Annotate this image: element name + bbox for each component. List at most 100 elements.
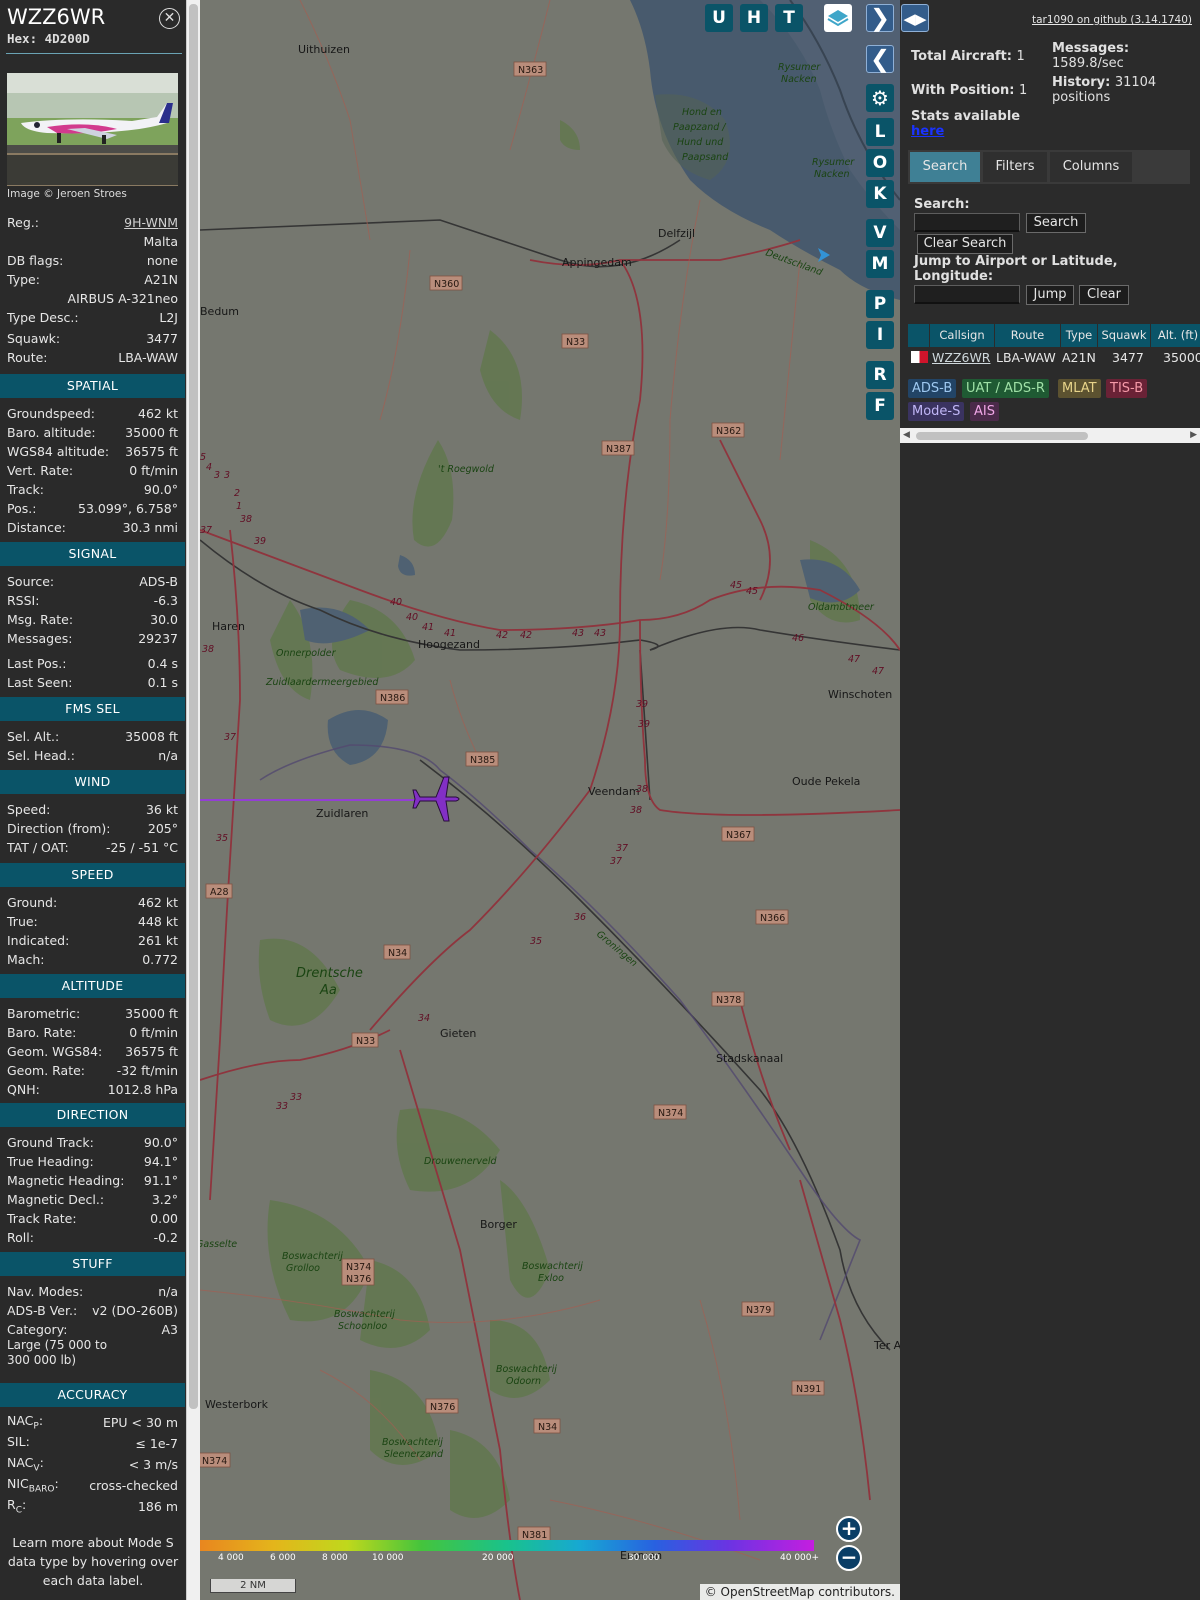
map-button-h[interactable]: H <box>740 4 768 32</box>
info-label[interactable]: RSSI: <box>7 593 39 608</box>
info-label[interactable]: NACV: <box>7 1455 44 1474</box>
info-label[interactable]: Groundspeed: <box>7 406 95 421</box>
info-label[interactable]: Category: <box>7 1322 67 1337</box>
legend-ais[interactable]: AIS <box>970 402 999 421</box>
table-horizontal-scrollbar[interactable]: ◀ ▶ <box>900 428 1200 443</box>
info-label[interactable]: Route: <box>7 350 48 365</box>
info-label[interactable]: Sel. Alt.: <box>7 729 59 744</box>
chevron-left-icon[interactable]: ❮ <box>866 45 894 73</box>
info-label[interactable]: TAT / OAT: <box>7 840 69 855</box>
info-label[interactable]: Mach: <box>7 952 44 967</box>
info-label[interactable]: Pos.: <box>7 501 36 516</box>
info-label[interactable]: NACP: <box>7 1413 43 1432</box>
info-label[interactable]: QNH: <box>7 1082 40 1097</box>
info-label[interactable]: ADS-B Ver.: <box>7 1303 77 1318</box>
info-label[interactable]: Distance: <box>7 520 66 535</box>
map-button-i[interactable]: I <box>866 321 894 349</box>
info-value[interactable]: 9H-WNM <box>124 215 178 230</box>
info-label[interactable]: Track Rate: <box>7 1211 77 1226</box>
tab-columns[interactable]: Columns <box>1050 152 1132 182</box>
layers-icon[interactable] <box>824 4 852 32</box>
table-header-altitude[interactable]: Alt. (ft) <box>1151 324 1200 347</box>
info-label[interactable]: Indicated: <box>7 933 69 948</box>
table-header-callsign[interactable]: Callsign <box>930 324 995 347</box>
legend-mlat[interactable]: MLAT <box>1058 379 1101 398</box>
table-header-type[interactable]: Type <box>1061 324 1098 347</box>
info-label[interactable]: Geom. WGS84: <box>7 1044 102 1059</box>
info-label[interactable]: SIL: <box>7 1434 30 1453</box>
sidebar-scroll-thumb[interactable] <box>189 4 198 1409</box>
close-icon[interactable]: ✕ <box>159 8 180 29</box>
legend-uat-ads-r[interactable]: UAT / ADS-R <box>962 379 1049 398</box>
info-label[interactable]: Type Desc.: <box>7 310 79 325</box>
clear-search-button[interactable]: Clear Search <box>917 234 1013 254</box>
info-label[interactable]: Source: <box>7 574 54 589</box>
scroll-right-icon[interactable]: ▶ <box>1190 430 1197 440</box>
legend-ads-b[interactable]: ADS-B <box>908 379 957 398</box>
info-label[interactable]: Last Pos.: <box>7 656 66 671</box>
map-button-t[interactable]: T <box>775 4 803 32</box>
stats-link[interactable]: here <box>911 124 944 139</box>
info-label[interactable]: WGS84 altitude: <box>7 444 109 459</box>
map-button-p[interactable]: P <box>866 290 894 318</box>
jump-input[interactable] <box>914 285 1020 304</box>
zoom-in-button[interactable]: + <box>836 1516 862 1542</box>
map-button-o[interactable]: O <box>866 149 894 177</box>
info-label[interactable]: Ground: <box>7 895 57 910</box>
github-link[interactable]: tar1090 on github (3.14.1740) <box>1032 14 1192 26</box>
info-label[interactable]: Reg.: <box>7 215 39 230</box>
info-label[interactable]: Messages: <box>7 631 73 646</box>
tab-search[interactable]: Search <box>910 152 980 182</box>
map-button-f[interactable]: F <box>866 392 894 420</box>
info-label[interactable]: Roll: <box>7 1230 34 1245</box>
info-label[interactable]: Last Seen: <box>7 675 72 690</box>
map-canvas[interactable]: Uithuizen Delfzijl Appingedam Bedum Hare… <box>200 0 900 1600</box>
map-button-r[interactable]: R <box>866 361 894 389</box>
map-button-k[interactable]: K <box>866 180 894 208</box>
map-button-u[interactable]: U <box>705 4 733 32</box>
info-label[interactable]: True Heading: <box>7 1154 94 1169</box>
zoom-out-button[interactable]: − <box>836 1545 862 1571</box>
info-label[interactable]: Ground Track: <box>7 1135 94 1150</box>
info-label[interactable]: Type: <box>7 272 40 287</box>
aircraft-photo[interactable] <box>7 73 178 186</box>
info-label[interactable]: Track: <box>7 482 44 497</box>
map-view[interactable]: Uithuizen Delfzijl Appingedam Bedum Hare… <box>200 0 900 1600</box>
info-label[interactable]: Sel. Head.: <box>7 748 75 763</box>
info-label[interactable]: RC: <box>7 1497 26 1516</box>
scroll-left-icon[interactable]: ◀ <box>903 430 910 440</box>
info-label[interactable]: DB flags: <box>7 253 63 268</box>
info-label[interactable]: Speed: <box>7 802 50 817</box>
info-label[interactable]: Nav. Modes: <box>7 1284 83 1299</box>
sidebar-scrollbar[interactable] <box>186 0 200 1600</box>
info-label[interactable]: Baro. Rate: <box>7 1025 76 1040</box>
map-button-l[interactable]: L <box>866 118 894 146</box>
legend-tis-b[interactable]: TIS-B <box>1106 379 1148 398</box>
map-button-v[interactable]: V <box>866 219 894 247</box>
info-label[interactable]: Direction (from): <box>7 821 111 836</box>
gear-icon[interactable]: ⚙ <box>866 84 894 112</box>
table-cell-callsign[interactable]: WZZ6WR <box>932 348 990 368</box>
info-label[interactable]: Geom. Rate: <box>7 1063 85 1078</box>
tab-filters[interactable]: Filters <box>983 152 1047 182</box>
table-header-squawk[interactable]: Squawk <box>1098 324 1151 347</box>
info-label[interactable]: Msg. Rate: <box>7 612 73 627</box>
expand-panel-icon[interactable]: ◀▶ <box>901 4 929 32</box>
info-label[interactable]: Magnetic Decl.: <box>7 1192 104 1207</box>
map-button-m[interactable]: M <box>866 250 894 278</box>
info-label[interactable]: Barometric: <box>7 1006 80 1021</box>
search-input[interactable] <box>914 213 1020 232</box>
info-label[interactable]: Baro. altitude: <box>7 425 96 440</box>
info-label[interactable]: Vert. Rate: <box>7 463 73 478</box>
info-label[interactable]: True: <box>7 914 38 929</box>
info-label[interactable]: Squawk: <box>7 331 60 346</box>
jump-button[interactable]: Jump <box>1026 285 1074 305</box>
map-attribution[interactable]: © OpenStreetMap contributors. <box>699 1584 900 1600</box>
table-header-route[interactable]: Route <box>995 324 1061 347</box>
info-label[interactable]: Magnetic Heading: <box>7 1173 124 1188</box>
search-button[interactable]: Search <box>1026 213 1086 233</box>
legend-mode-s[interactable]: Mode-S <box>908 402 965 421</box>
chevron-right-icon[interactable]: ❯ <box>866 4 894 32</box>
scroll-thumb[interactable] <box>916 432 1088 440</box>
info-label[interactable]: NICBARO: <box>7 1476 59 1495</box>
